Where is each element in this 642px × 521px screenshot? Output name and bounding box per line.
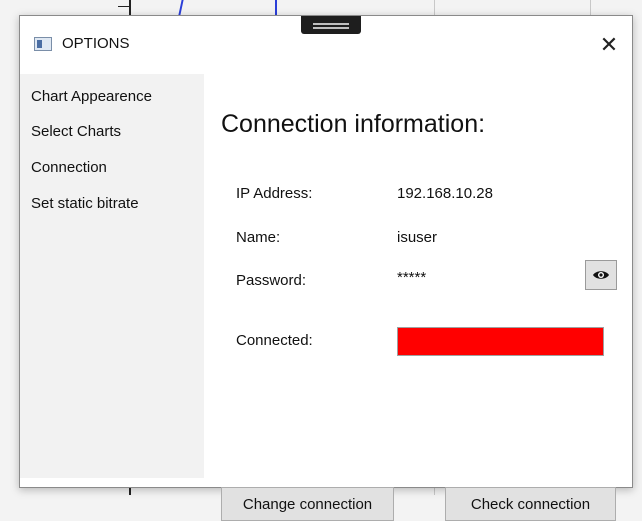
change-connection-button[interactable]: Change connection bbox=[221, 487, 394, 521]
ip-address-label: IP Address: bbox=[236, 185, 313, 202]
sidebar-item-set-static-bitrate[interactable]: Set static bitrate bbox=[20, 182, 204, 218]
sidebar-item-connection[interactable]: Connection bbox=[20, 146, 204, 182]
name-value: isuser bbox=[397, 229, 438, 246]
page-title: Connection information: bbox=[221, 110, 486, 138]
connected-label: Connected: bbox=[236, 332, 313, 349]
close-button[interactable]: ✕ bbox=[592, 28, 626, 62]
chart-series-line bbox=[275, 0, 277, 15]
sidebar-item-label: Connection bbox=[31, 159, 107, 176]
ip-address-value: 192.168.10.28 bbox=[397, 185, 493, 202]
password-value: ***** bbox=[397, 269, 427, 286]
chart-axis bbox=[129, 0, 131, 15]
sidebar-item-label: Select Charts bbox=[31, 123, 122, 140]
connection-status-indicator bbox=[397, 327, 604, 356]
chart-series-line bbox=[178, 0, 184, 15]
options-dialog: OPTIONS ✕ Chart Appearence Select Charts… bbox=[19, 15, 633, 521]
password-label: Password: bbox=[236, 272, 307, 289]
drag-handle[interactable] bbox=[301, 16, 361, 34]
sidebar: Chart Appearence Select Charts Connectio… bbox=[20, 74, 204, 478]
name-label: Name: bbox=[236, 229, 281, 246]
eye-icon bbox=[593, 271, 609, 279]
sidebar-item-select-charts[interactable]: Select Charts bbox=[20, 110, 204, 146]
window-icon bbox=[34, 37, 52, 51]
sidebar-item-label: Set static bitrate bbox=[31, 195, 139, 212]
check-connection-button[interactable]: Check connection bbox=[445, 487, 616, 521]
chart-tick bbox=[118, 6, 130, 7]
sidebar-item-chart-appearence[interactable]: Chart Appearence bbox=[20, 74, 204, 110]
connection-panel: Connection information: IP Address: 192.… bbox=[204, 74, 632, 521]
window-title: OPTIONS bbox=[62, 35, 130, 52]
sidebar-item-label: Chart Appearence bbox=[31, 88, 152, 105]
chart-axis bbox=[129, 488, 131, 495]
show-password-button[interactable] bbox=[585, 260, 617, 290]
